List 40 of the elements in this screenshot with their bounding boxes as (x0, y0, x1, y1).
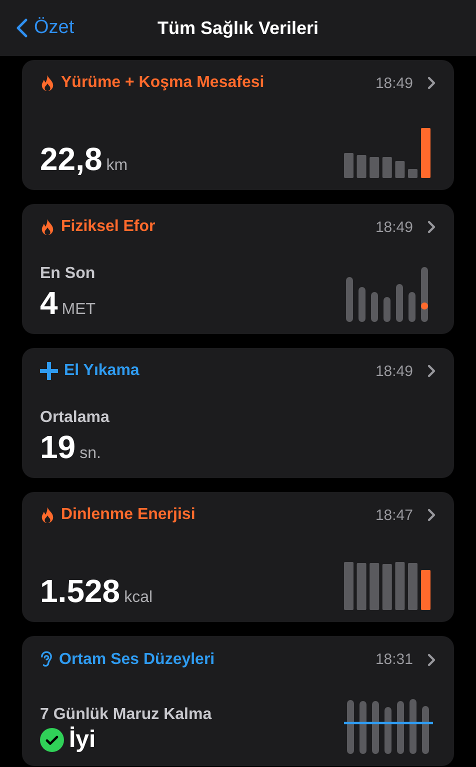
chevron-icon (427, 220, 436, 234)
card-subtitle: Ortalama (40, 409, 110, 427)
plus-icon (40, 362, 58, 380)
unit-label: sn. (80, 445, 101, 463)
flame-icon (40, 506, 55, 524)
card-time: 18:49 (375, 362, 413, 380)
health-data-card[interactable]: Ortam Ses Düzeyleri 18:31 7 Günlük Maruz Kalma İyi (22, 636, 454, 766)
card-subtitle: En Son (40, 265, 96, 283)
card-value: 1.528 (40, 573, 120, 610)
flame-icon (40, 218, 55, 236)
chevron-icon (427, 76, 436, 90)
unit-label: MET (62, 301, 96, 319)
card-time: 18:49 (375, 218, 413, 236)
ear-icon (40, 650, 53, 669)
flame-icon (40, 74, 55, 92)
status-text: İyi (69, 726, 96, 754)
health-data-card[interactable]: Dinlenme Enerjisi 18:47 1.528 kcal (22, 492, 454, 622)
health-data-card[interactable]: El Yıkama 18:49 Ortalama 19 sn. (22, 348, 454, 478)
back-button[interactable]: Özet (12, 0, 78, 56)
card-value: 4 (40, 285, 58, 322)
card-value: 19 (40, 429, 76, 466)
unit-label: kcal (124, 589, 153, 607)
card-time: 18:49 (375, 74, 413, 92)
card-value: 22,8 (40, 141, 102, 178)
health-data-card[interactable]: Fiziksel Efor 18:49 En Son 4 MET (22, 204, 454, 334)
chevron-icon (427, 364, 436, 378)
chevron-icon (427, 508, 436, 522)
card-title: Dinlenme Enerjisi (61, 506, 196, 524)
card-title: Ortam Ses Düzeyleri (59, 650, 216, 668)
card-subtitle: 7 Günlük Maruz Kalma (40, 706, 212, 724)
page-title: Tüm Sağlık Verileri (157, 18, 319, 38)
chevron-icon (427, 652, 436, 666)
card-title: Yürüme + Koşma Mesafesi (61, 74, 266, 92)
unit-label: km (106, 157, 128, 175)
card-time: 18:47 (375, 506, 413, 524)
card-time: 18:31 (375, 651, 413, 668)
back-chevron-icon (16, 18, 28, 38)
health-data-card[interactable]: Yürüme + Koşma Mesafesi 18:49 22,8 km (22, 60, 454, 190)
card-title: Fiziksel Efor (61, 218, 156, 236)
card-title: El Yıkama (64, 362, 140, 380)
